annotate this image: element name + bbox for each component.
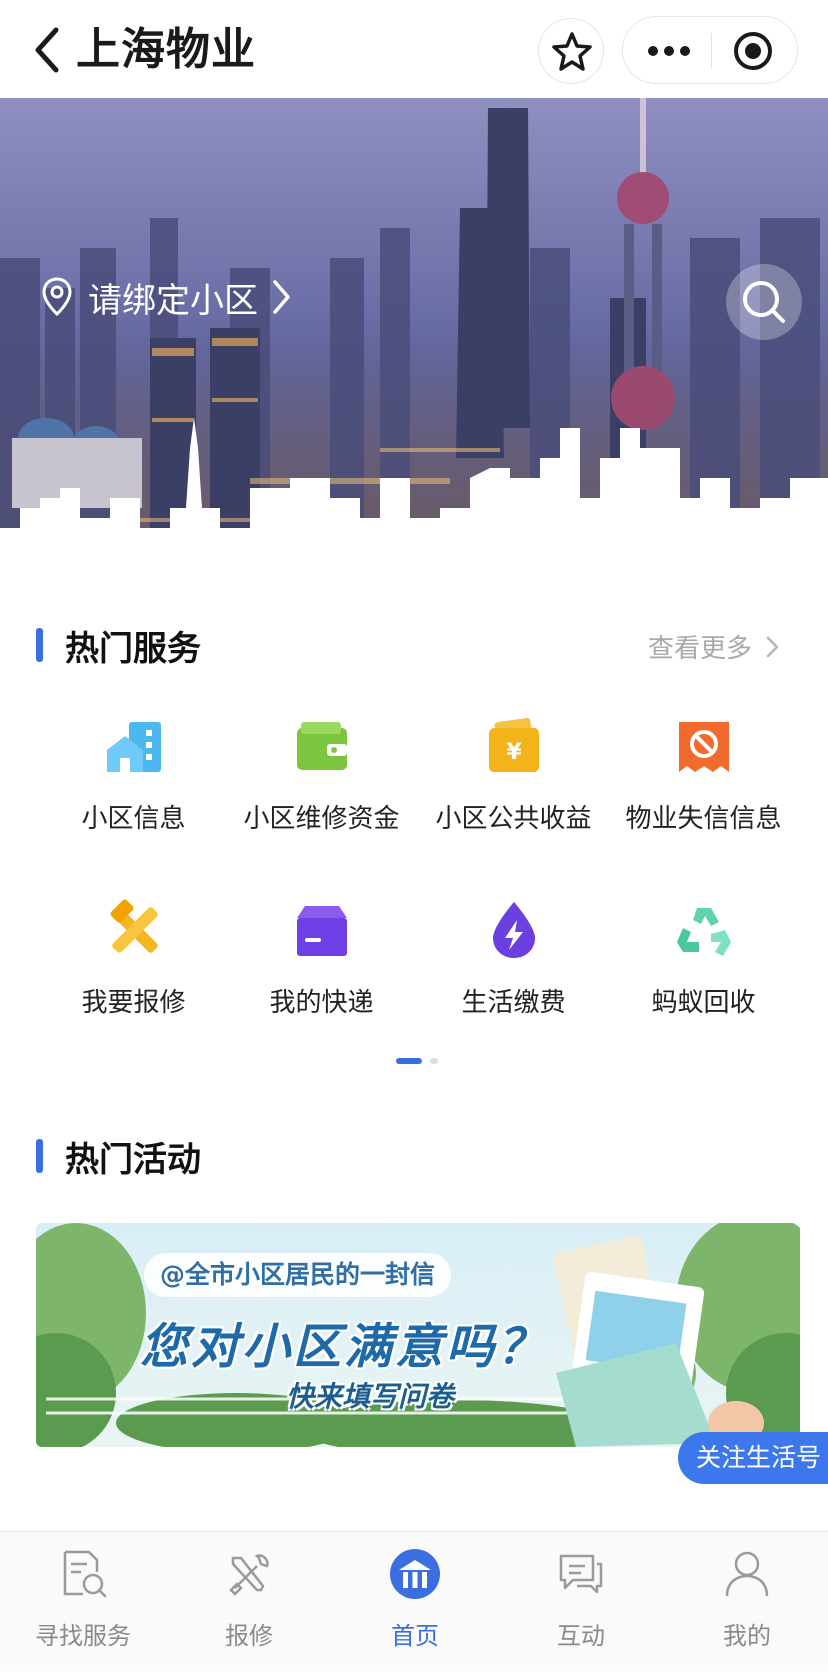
recycle-icon	[676, 908, 731, 956]
tab-label: 首页	[391, 1622, 439, 1650]
bottom-tab-bar: 寻找服务 报修 首页 互动 我的	[0, 1531, 828, 1671]
home-icon	[390, 1549, 440, 1599]
service-community-info[interactable]: 小区信息	[30, 714, 237, 835]
repair-tools-icon	[110, 899, 158, 953]
page-title: 上海物业	[76, 24, 256, 75]
tab-home[interactable]: 首页	[332, 1532, 498, 1672]
package-icon	[296, 906, 347, 956]
tab-label: 我的	[723, 1622, 771, 1650]
location-pin-icon	[42, 277, 72, 317]
favorite-star-button[interactable]	[538, 18, 604, 84]
tab-mine[interactable]: 我的	[664, 1532, 828, 1672]
hero-banner: 请绑定小区	[0, 98, 828, 580]
page-dot-active	[396, 1058, 422, 1064]
tools-icon	[229, 1554, 269, 1596]
survey-banner[interactable]: @全市小区居民的一封信 您对小区满意吗？ 快来填写问卷	[36, 1223, 800, 1447]
mini-program-capsule	[622, 16, 798, 84]
banner-headline: 您对小区满意吗？	[140, 1319, 549, 1375]
service-label: 物业失信信息	[625, 804, 782, 834]
tab-find-service[interactable]: 寻找服务	[0, 1532, 166, 1672]
tab-repair[interactable]: 报修	[166, 1532, 332, 1672]
banner-tag: @全市小区居民的一封信	[144, 1253, 452, 1297]
svg-text:¥: ¥	[506, 740, 522, 765]
user-icon	[725, 1551, 769, 1597]
tab-label: 寻找服务	[35, 1622, 131, 1650]
back-arrow-icon[interactable]	[30, 22, 70, 78]
service-utility-payment[interactable]: 生活缴费	[410, 898, 617, 1019]
service-public-income[interactable]: ¥ 小区公共收益	[410, 714, 617, 835]
star-icon	[552, 32, 592, 71]
service-label: 蚂蚁回收	[651, 988, 756, 1018]
prohibited-ticket-icon	[678, 722, 729, 772]
bind-community-label: 请绑定小区	[88, 280, 258, 321]
service-maintenance-fund[interactable]: 小区维修资金	[218, 714, 425, 835]
hot-activities-title: 热门活动	[65, 1139, 201, 1180]
close-program-button[interactable]	[711, 17, 799, 85]
hot-services-title: 热门服务	[65, 628, 201, 669]
chat-icon	[559, 1554, 603, 1594]
yuan-wallet-icon: ¥	[488, 717, 539, 772]
service-my-express[interactable]: 我的快递	[218, 898, 425, 1019]
lightning-drop-icon	[492, 902, 535, 958]
service-repair-request[interactable]: 我要报修	[30, 898, 237, 1019]
service-dishonesty-info[interactable]: 物业失信信息	[600, 714, 807, 835]
section-accent-bar	[36, 1139, 43, 1173]
service-label: 生活缴费	[461, 988, 566, 1018]
wallet-icon	[296, 722, 347, 770]
tab-interact[interactable]: 互动	[498, 1532, 664, 1672]
hot-activities-header: 热门活动	[36, 1136, 201, 1180]
see-more-label: 查看更多	[647, 634, 752, 664]
service-ant-recycle[interactable]: 蚂蚁回收	[600, 898, 807, 1019]
target-icon	[734, 32, 772, 70]
search-button[interactable]	[726, 264, 802, 340]
chevron-right-icon	[273, 280, 290, 314]
ellipsis-icon	[648, 46, 690, 56]
tab-label: 互动	[557, 1622, 605, 1650]
tab-label: 报修	[225, 1622, 273, 1650]
city-skyline-image	[0, 98, 828, 580]
banner-subline: 快来填写问卷	[286, 1380, 455, 1413]
service-label: 小区维修资金	[243, 804, 400, 834]
more-options-button[interactable]	[623, 17, 711, 85]
section-accent-bar	[36, 628, 43, 662]
see-more-link[interactable]: 查看更多	[648, 628, 784, 665]
chevron-right-icon	[766, 636, 779, 657]
service-label: 我的快递	[269, 988, 374, 1018]
page-dot	[430, 1058, 438, 1064]
hot-services-header: 热门服务	[36, 625, 201, 669]
search-icon	[743, 281, 785, 323]
service-label: 小区公共收益	[435, 804, 592, 834]
follow-lifestyle-button[interactable]: 关注生活号	[678, 1432, 828, 1484]
service-label: 小区信息	[81, 804, 186, 834]
nav-header: 上海物业	[0, 0, 828, 100]
building-icon	[106, 722, 161, 772]
bind-community-link[interactable]: 请绑定小区	[40, 272, 292, 322]
service-label: 我要报修	[81, 988, 186, 1018]
search-doc-icon	[63, 1550, 107, 1598]
